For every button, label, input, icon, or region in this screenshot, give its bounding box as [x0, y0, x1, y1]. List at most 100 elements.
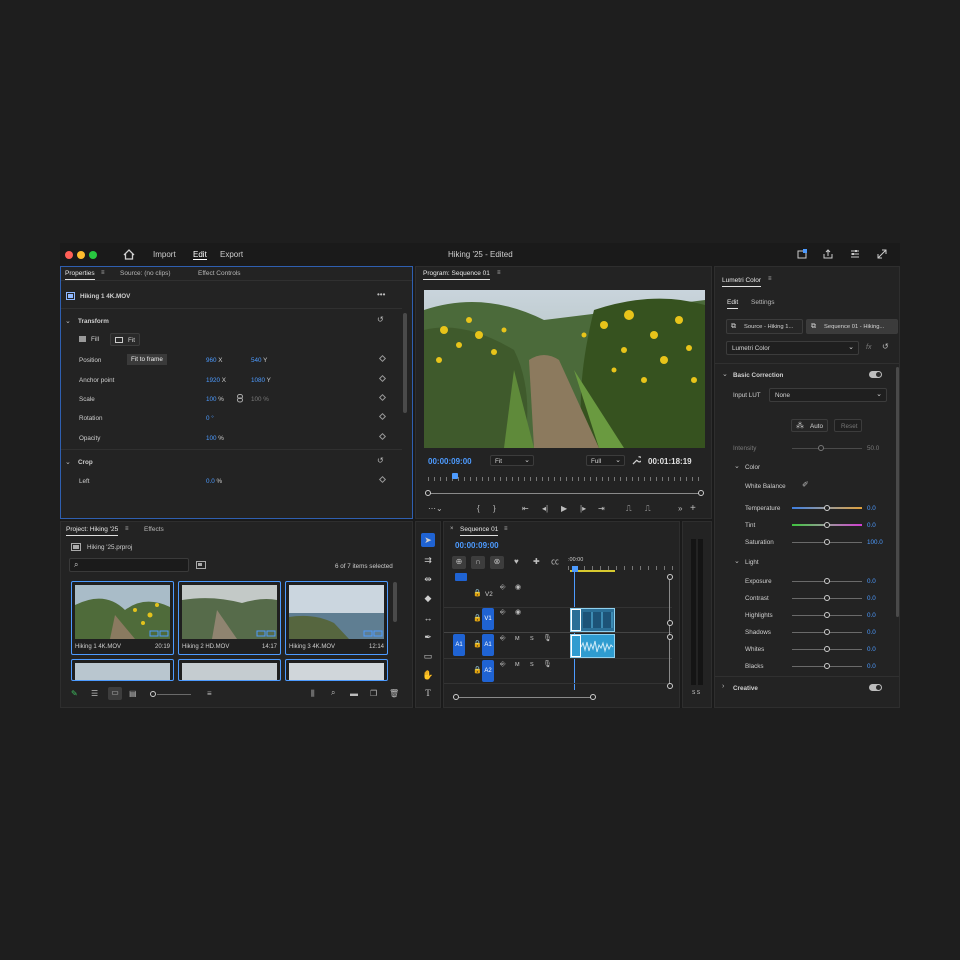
tab-effects[interactable]: Effects [144, 526, 164, 533]
panel-menu-icon[interactable]: ≡ [497, 270, 501, 276]
track-target-a2[interactable]: A2 [482, 660, 494, 682]
chevron-down-icon[interactable]: ⌄ [722, 370, 728, 378]
scale-value[interactable]: 100 % [206, 396, 224, 403]
eye-icon[interactable]: ◉ [515, 609, 521, 616]
keyframe-icon[interactable] [378, 432, 387, 441]
chevron-down-icon[interactable]: ⌄ [65, 458, 71, 466]
close-tab-icon[interactable]: × [450, 526, 454, 532]
zoom-window-button[interactable] [89, 251, 97, 259]
temperature-value[interactable]: 0.0 [867, 505, 876, 512]
lumetri-scrollbar[interactable] [896, 367, 899, 617]
track-target-v1[interactable]: V1 [482, 608, 494, 630]
sort-icon[interactable]: ≡ [207, 690, 212, 698]
crop-left-value[interactable]: 0.0 % [206, 478, 222, 485]
blacks-slider[interactable] [824, 663, 830, 669]
freeform-view-icon[interactable]: ▤ [129, 690, 137, 698]
lock-icon[interactable]: 🔒 [473, 667, 482, 674]
keyframe-icon[interactable] [378, 374, 387, 383]
intensity-slider[interactable] [818, 445, 824, 451]
more-options-icon[interactable]: ••• [377, 291, 385, 299]
insert-nest-icon[interactable]: ⊕ [452, 556, 466, 569]
audio-clip[interactable] [570, 634, 615, 658]
program-ruler[interactable] [428, 477, 703, 481]
exposure-slider[interactable] [824, 578, 830, 584]
input-lut-dropdown[interactable]: None ⌄ [769, 388, 887, 402]
position-y[interactable]: 540 Y [251, 357, 267, 364]
safe-margins-icon[interactable]: ⋯⌄ [428, 505, 443, 513]
trash-icon[interactable]: 🗑 [389, 690, 399, 698]
thumbnail-size-slider[interactable] [150, 691, 156, 697]
more-buttons-icon[interactable]: » [678, 505, 682, 513]
tab-program[interactable]: Program: Sequence 01 [423, 270, 490, 280]
home-icon[interactable] [123, 249, 135, 260]
contrast-value[interactable]: 0.0 [867, 595, 876, 602]
tab-sequence[interactable]: Sequence 01 [460, 526, 499, 536]
panel-menu-icon[interactable]: ≡ [101, 270, 105, 276]
blacks-value[interactable]: 0.0 [867, 663, 876, 670]
tab-properties[interactable]: Properties [65, 270, 95, 280]
tint-value[interactable]: 0.0 [867, 522, 876, 529]
rotation-value[interactable]: 0 ° [206, 415, 214, 422]
step-forward-icon[interactable]: |▸ [580, 505, 586, 513]
solo-button[interactable]: S [530, 636, 534, 642]
fullscreen-icon[interactable] [877, 249, 887, 259]
chevron-down-icon[interactable]: ⌄ [65, 317, 71, 325]
tab-lumetri-edit[interactable]: Edit [727, 299, 739, 309]
timeline-timecode[interactable]: 00:00:09:00 [455, 541, 499, 550]
icon-view-icon[interactable]: ▭ [108, 687, 122, 700]
vertical-zoom-handle[interactable] [667, 574, 673, 580]
properties-scrollbar[interactable] [403, 313, 407, 413]
menu-export[interactable]: Export [220, 250, 243, 259]
highlights-value[interactable]: 0.0 [867, 612, 876, 619]
basic-correction-toggle[interactable] [869, 371, 882, 378]
project-scrollbar[interactable] [393, 582, 397, 622]
sync-icon[interactable]: ⎆ [500, 661, 506, 668]
timeline-playhead-head[interactable] [572, 566, 578, 572]
go-to-out-icon[interactable]: ⇥ [598, 505, 605, 513]
new-item-icon[interactable]: ❐ [370, 690, 377, 698]
linked-selection-icon[interactable]: ⊗ [490, 556, 504, 569]
sync-icon[interactable]: ⎆ [500, 609, 506, 616]
program-zoom-end[interactable] [698, 490, 704, 496]
link-icon[interactable] [237, 394, 243, 403]
add-marker-icon[interactable]: ♥ [514, 558, 519, 566]
type-tool-icon[interactable]: T [421, 686, 435, 700]
panel-menu-icon[interactable]: ≡ [768, 276, 772, 282]
project-clip-item[interactable] [178, 659, 281, 681]
reset-crop-icon[interactable]: ↺ [377, 457, 384, 465]
hand-tool-icon[interactable]: ✋ [421, 668, 435, 682]
list-view-icon[interactable]: ☰ [91, 690, 98, 698]
effect-dropdown[interactable]: Lumetri Color ⌄ [726, 341, 859, 355]
lift-icon[interactable]: ⎍ [626, 505, 632, 513]
eye-icon[interactable]: ◉ [515, 584, 521, 591]
sequence-start-marker[interactable] [455, 573, 467, 581]
mute-button[interactable]: M [515, 636, 520, 642]
track-target-a1[interactable]: A1 [482, 634, 494, 656]
menu-import[interactable]: Import [153, 250, 176, 259]
chevron-down-icon[interactable]: ⌄ [734, 462, 740, 470]
panel-menu-icon[interactable]: ≡ [125, 526, 129, 532]
anchor-x[interactable]: 1920 X [206, 377, 226, 384]
eyedropper-icon[interactable]: ✐ [802, 481, 809, 489]
mark-in-icon[interactable]: { [477, 505, 480, 513]
minimize-window-button[interactable] [77, 251, 85, 259]
program-timecode[interactable]: 00:00:09:00 [428, 457, 472, 466]
chevron-right-icon[interactable]: › [722, 683, 724, 690]
sync-icon[interactable]: ⎆ [500, 584, 506, 591]
new-bin-icon[interactable]: ▬ [350, 690, 358, 698]
shadows-value[interactable]: 0.0 [867, 629, 876, 636]
exposure-value[interactable]: 0.0 [867, 578, 876, 585]
sync-icon[interactable]: ⎆ [500, 635, 506, 642]
extract-icon[interactable]: ⎍ [645, 505, 651, 513]
reset-effect-icon[interactable]: ↺ [882, 343, 889, 351]
track-select-tool-icon[interactable]: ⇉ [421, 553, 435, 567]
mute-button[interactable]: M [515, 662, 520, 668]
razor-tool-icon[interactable]: ◆ [421, 591, 435, 605]
program-zoom-start[interactable] [425, 490, 431, 496]
position-x[interactable]: 960 X [206, 357, 222, 364]
keyframe-icon[interactable] [378, 354, 387, 363]
project-clip-item[interactable] [285, 659, 388, 681]
lock-icon[interactable]: 🔒 [473, 641, 482, 648]
menu-edit[interactable]: Edit [193, 250, 207, 260]
keyframe-icon[interactable] [378, 475, 387, 484]
